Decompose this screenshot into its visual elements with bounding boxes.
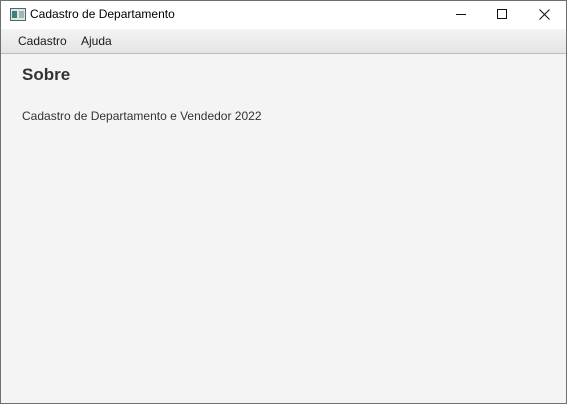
- menu-ajuda[interactable]: Ajuda: [81, 34, 112, 48]
- maximize-button[interactable]: [479, 1, 525, 29]
- app-icon: [10, 8, 26, 21]
- maximize-icon: [497, 9, 507, 19]
- menu-bar: Cadastro Ajuda: [1, 30, 566, 54]
- page-title: Sobre: [22, 65, 71, 84]
- minimize-button[interactable]: [414, 1, 466, 29]
- menu-cadastro[interactable]: Cadastro: [18, 34, 67, 48]
- title-bar[interactable]: Cadastro de Departamento: [1, 1, 566, 29]
- close-button[interactable]: [521, 1, 566, 29]
- window-title: Cadastro de Departamento: [30, 7, 175, 21]
- minimize-icon: [456, 14, 466, 15]
- app-window: Cadastro de Departamento Cadastro Ajuda …: [0, 0, 567, 404]
- about-text: Cadastro de Departamento e Vendedor 2022: [22, 109, 262, 123]
- close-icon: [539, 9, 550, 20]
